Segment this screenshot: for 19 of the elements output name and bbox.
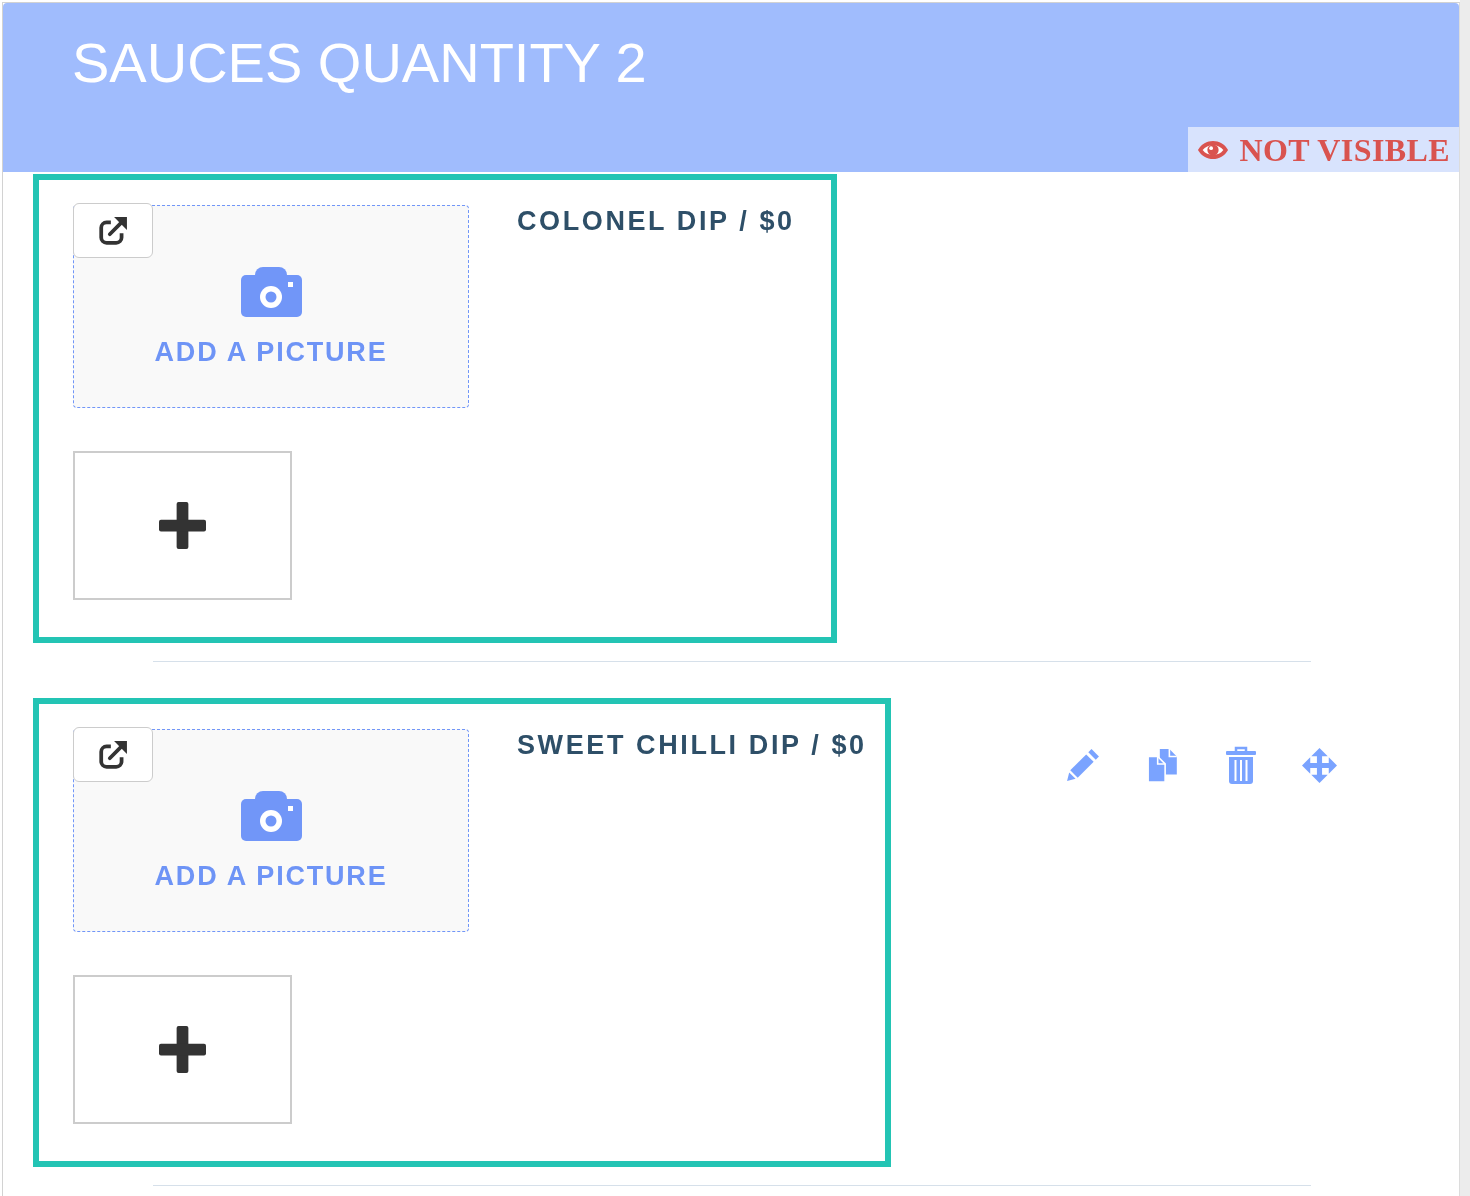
add-option-button[interactable] bbox=[73, 975, 292, 1124]
plus-icon bbox=[159, 502, 206, 549]
external-link-icon bbox=[98, 215, 128, 246]
camera-icon bbox=[240, 267, 302, 317]
add-option-button[interactable] bbox=[73, 451, 292, 600]
plus-icon bbox=[159, 1026, 206, 1073]
item-title: COLONEL DIP / $0 bbox=[517, 205, 795, 238]
item-title: SWEET CHILLI DIP / $0 bbox=[517, 729, 867, 762]
item-card[interactable]: ADD A PICTURE SWEET CHILLI DIP / $0 bbox=[33, 698, 891, 1167]
add-picture-dropzone[interactable]: ADD A PICTURE bbox=[73, 205, 469, 408]
camera-icon bbox=[240, 791, 302, 841]
visibility-label: NOT VISIBLE bbox=[1239, 133, 1450, 166]
open-button[interactable] bbox=[73, 727, 153, 782]
item-card[interactable]: ADD A PICTURE COLONEL DIP / $0 bbox=[33, 174, 837, 643]
panel-title: SAUCES QUANTITY 2 bbox=[72, 35, 647, 91]
add-picture-dropzone[interactable]: ADD A PICTURE bbox=[73, 729, 469, 932]
visibility-badge[interactable]: NOT VISIBLE bbox=[1187, 127, 1459, 172]
external-link-icon bbox=[98, 739, 128, 770]
open-button[interactable] bbox=[73, 203, 153, 258]
